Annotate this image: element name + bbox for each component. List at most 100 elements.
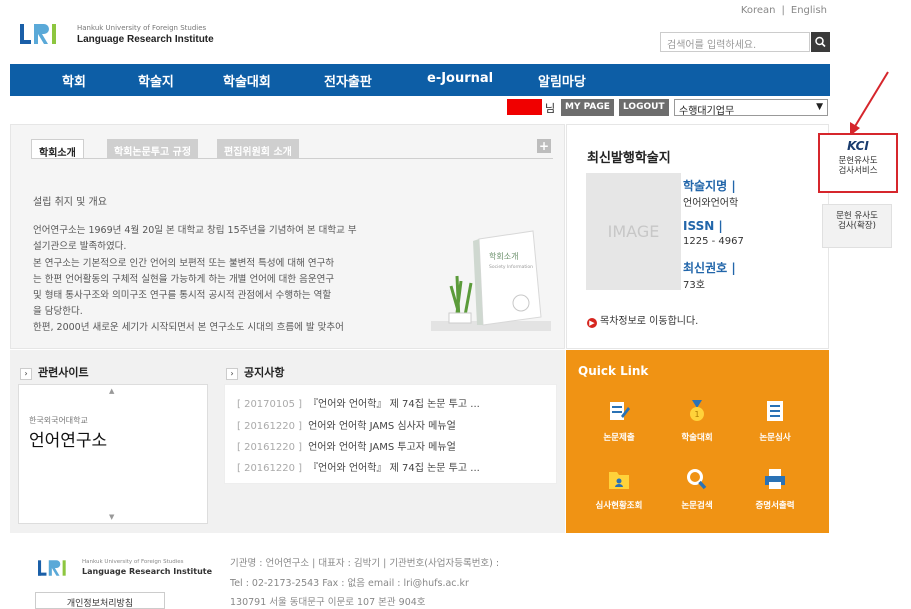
quick-link-title: Quick Link [578, 364, 649, 378]
related-sites-title: 관련사이트 [38, 366, 89, 379]
pending-tasks-select[interactable]: 수행대기업무 ▼ [674, 99, 828, 117]
kci-service-line: 검사서비스 [838, 166, 878, 176]
kci-logo: KCI [847, 139, 869, 153]
nav-item-notice-board[interactable]: 알림마당 [538, 71, 586, 90]
search-input[interactable]: 검색어를 입력하세요. [660, 32, 810, 52]
book-illustration: 학회소개 Society Information [431, 230, 551, 331]
scroll-up-icon[interactable]: ▲ [109, 387, 114, 395]
pending-tasks-value: 수행대기업무 [679, 106, 735, 117]
nav-item-conference[interactable]: 학술대회 [223, 71, 271, 90]
quick-link-label: 논문제출 [603, 433, 635, 443]
notice-heading[interactable]: › 공지사항 [226, 364, 284, 380]
latest-issue-panel: 최신발행학술지 IMAGE 학술지명 | 언어와언어학 ISSN | 1225 … [566, 124, 829, 349]
nav-item-journal[interactable]: 학술지 [138, 71, 174, 90]
lang-separator: | [781, 5, 785, 16]
lri-logo-icon [20, 24, 56, 44]
magnifier-icon [687, 469, 707, 490]
my-page-button[interactable]: MY PAGE [561, 99, 614, 116]
journal-name-label: 학술지명 | [683, 179, 736, 193]
lang-korean-link[interactable]: Korean [741, 5, 776, 16]
notice-item[interactable]: [ 20161220 ] 『언어와 언어학』 제 74집 논문 투고 ... [237, 459, 480, 474]
nav-item-ejournal[interactable]: e-Journal [427, 71, 493, 86]
notice-text: 『언어와 언어학』 제 74집 논문 투고 ... [308, 399, 480, 410]
logout-button[interactable]: LOGOUT [619, 99, 669, 116]
footer-address: 130791 서울 동대문구 이문로 107 본관 904호 [230, 597, 426, 608]
latest-issue-title: 최신발행학술지 [587, 151, 671, 166]
medal-icon: 1 [690, 400, 704, 421]
dropdown-caret-icon: ▼ [816, 102, 823, 112]
notice-item[interactable]: [ 20170105 ] 『언어와 언어학』 제 74집 논문 투고 ... [237, 395, 480, 410]
annotation-arrow-icon [850, 71, 889, 136]
book-title: 학회소개 [489, 251, 518, 261]
chevron-right-icon: › [226, 368, 238, 380]
quick-link-panel: Quick Link 논문제출 1 학술대회 논문심사 심사현황조회 논문검색 … [566, 350, 829, 533]
quick-link-review-status[interactable]: 심사현황조회 [584, 468, 654, 511]
quick-link-search[interactable]: 논문검색 [662, 468, 732, 511]
intro-line: 한편, 2000년 새로운 세기가 시작되면서 본 연구소도 시대의 흐름에 발… [33, 322, 344, 333]
quick-link-label: 심사현황조회 [595, 501, 643, 511]
extended-similarity-button[interactable]: 문헌 유사도 검사(확장) [822, 204, 892, 248]
notice-date: [ 20161220 ] [237, 463, 303, 474]
checklist-icon [767, 401, 783, 421]
nav-item-epublish[interactable]: 전자출판 [324, 71, 372, 90]
extended-similarity-line: 문헌 유사도 [836, 211, 878, 221]
quick-link-certificate[interactable]: 증명서출력 [740, 468, 810, 511]
arrow-right-icon: ▶ [587, 318, 597, 328]
notice-date: [ 20161220 ] [237, 421, 303, 432]
notice-date: [ 20161220 ] [237, 442, 303, 453]
toc-link-text: 목차정보로 이동합니다. [600, 316, 699, 327]
user-name-redacted [507, 99, 542, 115]
footer-contact-info: Tel : 02-2173-2543 Fax : 없음 email : lri@… [230, 578, 469, 589]
printer-icon [765, 469, 785, 489]
site-link-lri[interactable]: 언어연구소 [29, 426, 107, 451]
site-logo[interactable]: Hankuk University of Foreign Studies Lan… [20, 22, 220, 52]
more-button[interactable]: + [537, 139, 551, 153]
journal-cover-image: IMAGE [586, 173, 681, 290]
intro-line: 및 형태 통사구조와 의미구조 연구를 통시적 공시적 관점에서 수행하는 역할 [33, 290, 332, 301]
privacy-policy-button[interactable]: 개인정보처리방침 [35, 592, 165, 609]
toc-link[interactable]: ▶ 목차정보로 이동합니다. [587, 312, 698, 328]
tab-divider [31, 158, 553, 159]
user-honorific: 님 [545, 102, 556, 115]
quick-link-conference[interactable]: 1 학술대회 [662, 400, 732, 443]
footer-logo: Hankuk University of Foreign Studies Lan… [38, 558, 212, 584]
kci-service-line: 문헌유사도 [838, 156, 878, 166]
intro-line: 을 담당한다. [33, 306, 83, 317]
tab-society-intro[interactable]: 학회소개 [31, 139, 84, 159]
lang-english-link[interactable]: English [791, 5, 827, 16]
page: Korean | English Hankuk University of Fore… [0, 0, 911, 609]
quick-link-label: 논문심사 [759, 433, 791, 443]
logo-title: Language Research Institute [77, 34, 214, 45]
search-icon [815, 36, 826, 48]
notice-list: [ 20170105 ] 『언어와 언어학』 제 74집 논문 투고 ... [ … [224, 384, 557, 484]
quick-link-label: 논문검색 [681, 501, 713, 511]
svg-text:1: 1 [694, 410, 699, 419]
folder-person-icon [609, 472, 629, 489]
intro-line: 언어연구소는 1969년 4월 20일 본 대학교 창립 15주년을 기념하여 … [33, 225, 357, 236]
quick-link-review[interactable]: 논문심사 [740, 400, 810, 443]
search-button[interactable] [811, 32, 830, 52]
lri-logo-icon [38, 560, 66, 576]
footer-logo-subtitle: Hankuk University of Foreign Studies [82, 559, 184, 565]
site-link-subtitle: 한국외국어대학교 [29, 416, 88, 425]
document-edit-icon [610, 402, 630, 420]
footer-org-info: 기관명 : 언어연구소 | 대표자 : 김박기 | 기관번호(사업자등록번호) … [230, 558, 500, 569]
quick-link-submit[interactable]: 논문제출 [584, 400, 654, 443]
latest-volume-label: 최신권호 | [683, 261, 736, 275]
notice-text: 언어와 언어학 JAMS 심사자 메뉴얼 [308, 421, 456, 432]
related-sites-list: ▲ 한국외국어대학교 언어연구소 ▼ [18, 384, 208, 524]
quick-link-label: 증명서출력 [755, 501, 795, 511]
intro-line: 는 한편 언어활동의 구체적 실현을 가능하게 하는 개별 언어에 대한 음운연… [33, 274, 335, 285]
intro-title: 설립 취지 및 개요 [33, 197, 107, 208]
nav-item-society[interactable]: 학회 [62, 71, 86, 90]
main-nav: 학회 학술지 학술대회 전자출판 e-Journal 알림마당 [10, 64, 830, 96]
notice-text: 『언어와 언어학』 제 74집 논문 투고 ... [308, 463, 480, 474]
notice-item[interactable]: [ 20161220 ] 언어와 언어학 JAMS 투고자 메뉴얼 [237, 438, 456, 453]
tab-submission-rules[interactable]: 학회논문투고 규정 [107, 139, 199, 159]
related-sites-heading: › 관련사이트 [20, 364, 89, 380]
intro-panel: 학회소개 학회논문투고 규정 편집위원회 소개 + 설립 취지 및 개요 언어연… [10, 124, 565, 349]
scroll-down-icon[interactable]: ▼ [109, 513, 114, 521]
tab-editorial-board[interactable]: 편집위원회 소개 [217, 139, 299, 159]
kci-similarity-service-button[interactable]: KCI 문헌유사도 검사서비스 [818, 133, 898, 193]
notice-item[interactable]: [ 20161220 ] 언어와 언어학 JAMS 심사자 메뉴얼 [237, 417, 456, 432]
